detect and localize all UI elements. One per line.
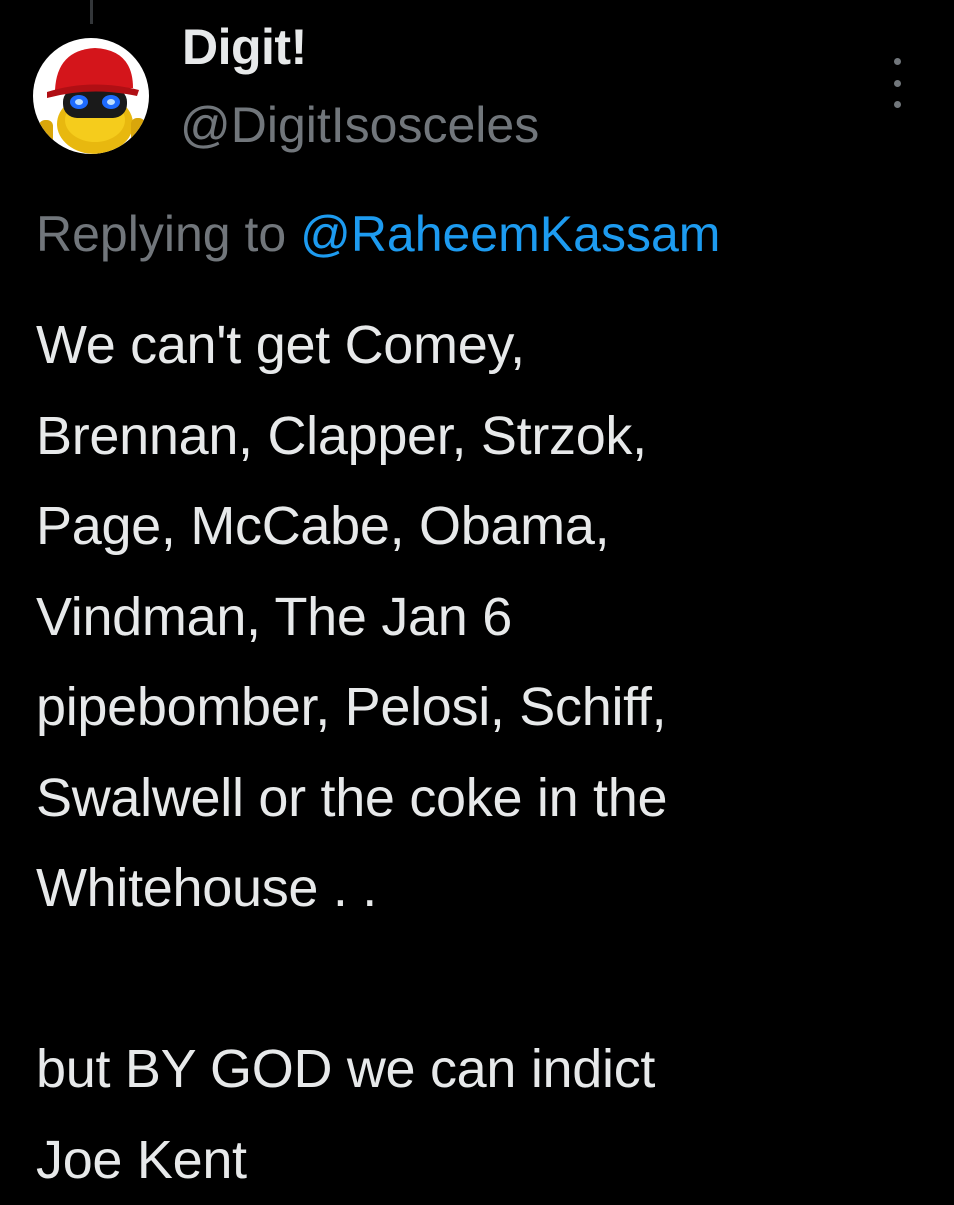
robot-avatar-red-cap-icon (33, 38, 149, 154)
more-options-icon (893, 58, 901, 65)
replying-to-mention-link[interactable]: @RaheemKassam (300, 206, 720, 262)
thread-connector-line (90, 0, 93, 24)
replying-to-line: Replying to @RaheemKassam (36, 204, 720, 264)
replying-to-label: Replying to (36, 206, 287, 262)
more-options-button[interactable] (882, 58, 912, 108)
user-handle[interactable]: @DigitIsosceles (180, 100, 539, 150)
display-name[interactable]: Digit! (182, 22, 307, 72)
more-options-icon-dot (893, 101, 901, 108)
tweet-body-text: We can't get Comey, Brennan, Clapper, St… (36, 315, 668, 1190)
more-options-icon-dot (893, 79, 901, 87)
avatar[interactable] (33, 38, 149, 154)
